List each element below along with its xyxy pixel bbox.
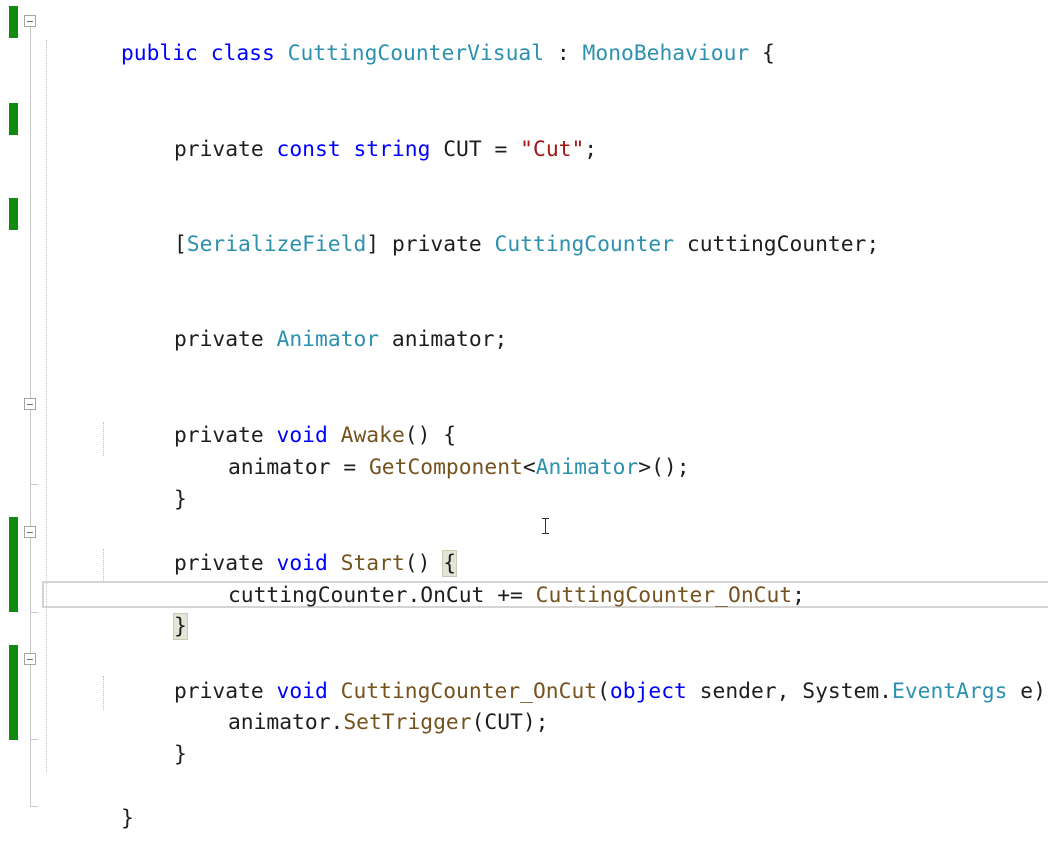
code-text: ; bbox=[584, 137, 598, 162]
keyword: private bbox=[173, 327, 264, 352]
base-class-name: MonoBehaviour bbox=[582, 41, 750, 66]
type-name: Animator bbox=[276, 327, 380, 352]
code-text: } bbox=[173, 742, 187, 767]
code-editor[interactable]: public class CuttingCounterVisual : Mono… bbox=[0, 0, 1048, 831]
fold-line bbox=[30, 484, 38, 485]
code-line[interactable]: public class CuttingCounterVisual : Mono… bbox=[0, 6, 1048, 66]
code-text: { bbox=[749, 41, 775, 66]
fold-line bbox=[30, 739, 38, 740]
keyword: class bbox=[210, 41, 275, 66]
code-text: CUT = bbox=[430, 137, 521, 162]
code-line[interactable]: } bbox=[0, 452, 1048, 512]
code-line[interactable]: animator = GetComponent<Animator>(); bbox=[0, 420, 1048, 480]
code-text: cuttingCounter; bbox=[674, 232, 880, 257]
fold-line bbox=[30, 806, 38, 807]
attribute-name: SerializeField bbox=[186, 232, 367, 257]
keyword: const bbox=[276, 137, 341, 162]
code-line[interactable]: animator.SetTrigger(CUT); bbox=[0, 675, 1048, 735]
keyword: private bbox=[391, 232, 482, 257]
code-line[interactable]: private Animator animator; bbox=[0, 292, 1048, 352]
code-line[interactable]: private void CuttingCounter_OnCut(object… bbox=[0, 644, 1048, 704]
code-text: } bbox=[173, 487, 187, 512]
type-name: CuttingCounter bbox=[494, 232, 675, 257]
code-text: [ bbox=[173, 232, 187, 257]
code-line[interactable]: cuttingCounter.OnCut += CuttingCounter_O… bbox=[0, 548, 1048, 608]
brace-match-highlight: } bbox=[172, 613, 188, 640]
keyword: string bbox=[353, 137, 431, 162]
ibeam-cursor-icon bbox=[541, 517, 551, 535]
code-line[interactable]: } bbox=[0, 579, 1048, 640]
code-line[interactable]: } bbox=[0, 707, 1048, 767]
string-literal: "Cut" bbox=[520, 137, 585, 162]
code-text: } bbox=[120, 806, 134, 831]
code-line[interactable]: } bbox=[0, 771, 1048, 831]
code-text: : bbox=[544, 41, 583, 66]
code-text: animator; bbox=[379, 327, 508, 352]
keyword: private bbox=[173, 137, 264, 162]
code-line[interactable]: [SerializeField] private CuttingCounter … bbox=[0, 197, 1048, 257]
fold-line bbox=[30, 612, 38, 613]
code-line[interactable]: private void Awake() { bbox=[0, 388, 1048, 448]
keyword: public bbox=[120, 41, 198, 66]
code-text: ] bbox=[366, 232, 392, 257]
class-name: CuttingCounterVisual bbox=[287, 41, 545, 66]
code-line[interactable]: private const string CUT = "Cut"; bbox=[0, 102, 1048, 162]
code-line[interactable]: private void Start() { bbox=[0, 516, 1048, 577]
